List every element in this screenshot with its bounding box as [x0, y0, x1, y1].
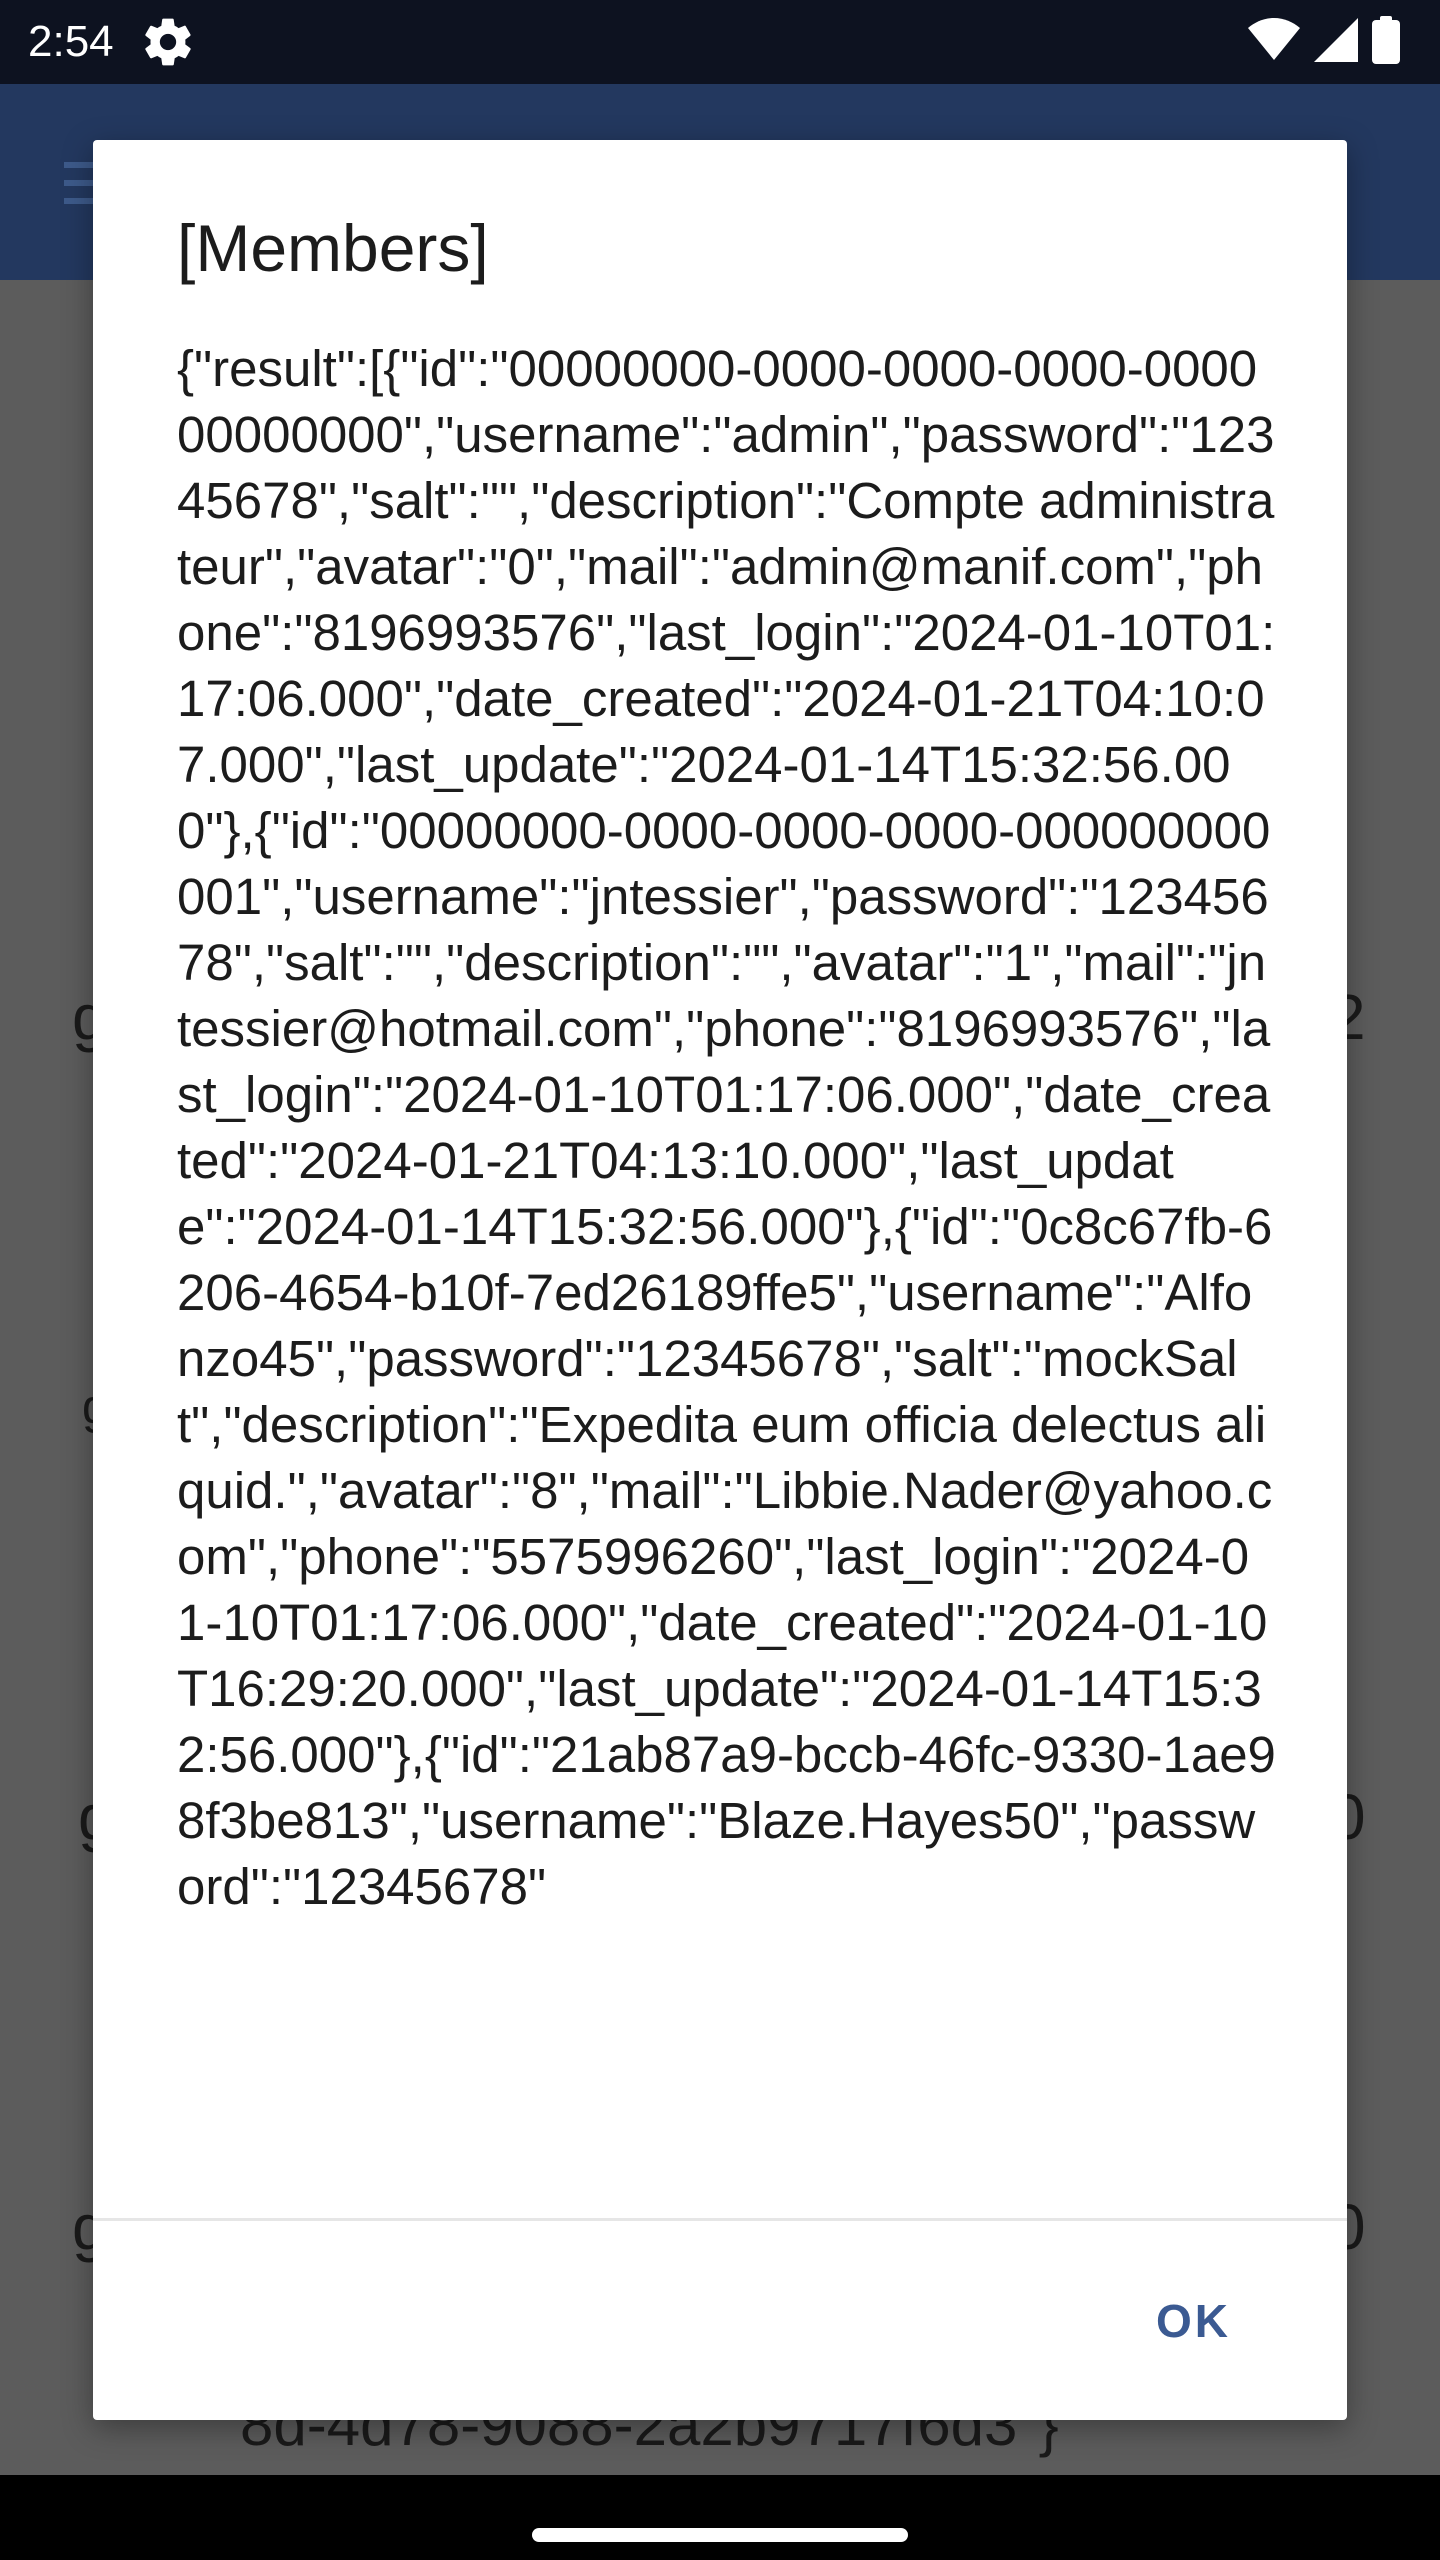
dialog-message: {"result":[{"id":"00000000-0000-0000-000…: [177, 340, 1276, 1915]
dialog-scroll-area[interactable]: {"result":[{"id":"00000000-0000-0000-000…: [177, 336, 1277, 2158]
cell-signal-icon: [1314, 17, 1358, 67]
wifi-icon: [1248, 17, 1300, 67]
dialog-actions: OK: [93, 2222, 1347, 2420]
ok-button[interactable]: OK: [1132, 2270, 1255, 2372]
navigation-bar: [0, 2475, 1440, 2560]
dialog-title: [Members]: [177, 211, 489, 285]
home-gesture-handle[interactable]: [532, 2528, 908, 2542]
settings-gear-icon: [140, 14, 196, 70]
status-bar: 2:54: [0, 0, 1440, 84]
status-time: 2:54: [28, 17, 114, 66]
members-dialog: [Members] {"result":[{"id":"00000000-000…: [93, 140, 1347, 2420]
status-icons: [1248, 15, 1400, 69]
battery-icon: [1372, 15, 1400, 69]
dialog-divider: [93, 2218, 1347, 2221]
